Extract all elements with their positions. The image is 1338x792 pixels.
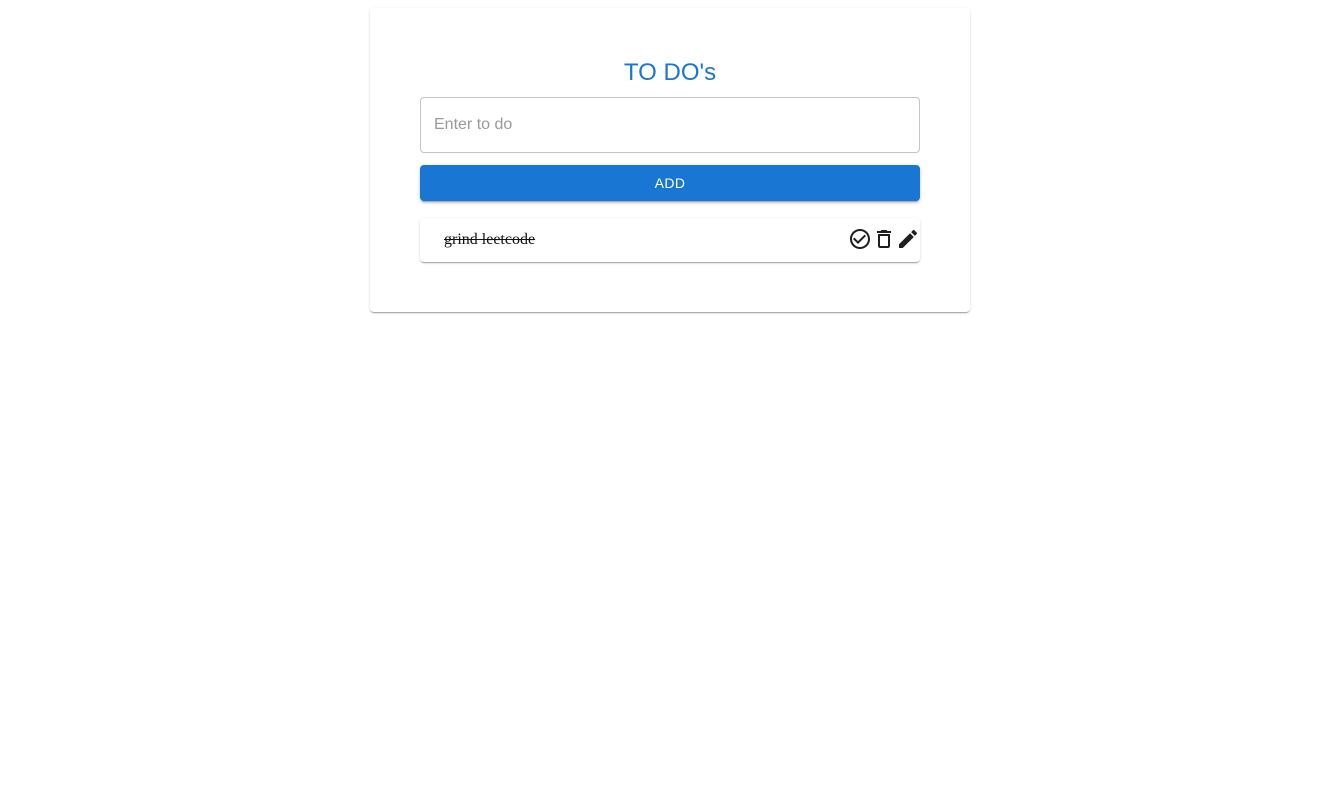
page-title: TO DO's bbox=[623, 59, 717, 86]
trash-icon[interactable] bbox=[872, 227, 896, 251]
todo-input-wrapper bbox=[420, 97, 920, 153]
add-button[interactable]: ADD bbox=[420, 165, 920, 201]
todo-input[interactable] bbox=[421, 98, 919, 152]
todo-item-actions bbox=[848, 227, 920, 251]
todo-list-item: grind leetcode bbox=[420, 218, 920, 262]
todo-card: TO DO's ADD grind leetcode bbox=[370, 8, 970, 312]
pencil-icon[interactable] bbox=[896, 227, 920, 251]
check-circle-icon[interactable] bbox=[848, 227, 872, 251]
todo-item-text: grind leetcode bbox=[444, 231, 536, 248]
